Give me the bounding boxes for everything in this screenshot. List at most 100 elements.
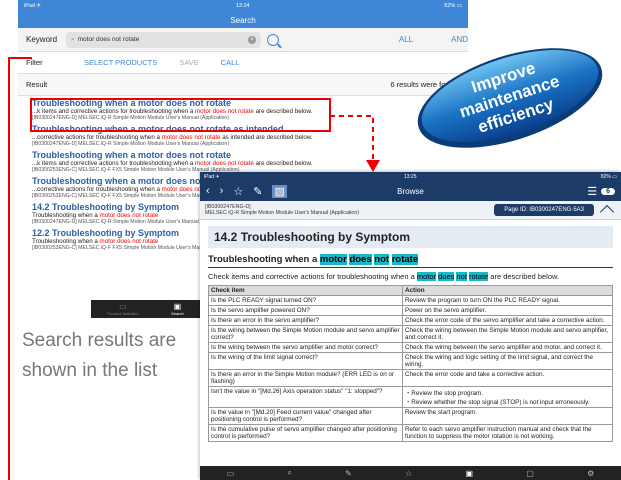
check-item-cell: Isn't the value in "[Md.26] Axis operati… bbox=[208, 386, 403, 408]
table-row: Is the PLC READY signal turned ON? Review… bbox=[208, 295, 613, 306]
col-action: Action bbox=[402, 285, 613, 296]
device-label: iPad ✈ bbox=[24, 3, 42, 9]
filter-label: Filter bbox=[26, 58, 43, 67]
screenshot-stage: { "left_screen": { "status": {"device": … bbox=[0, 0, 621, 480]
intro-post: are described below. bbox=[488, 272, 560, 281]
check-item-cell: Is the wiring between the servo amplifie… bbox=[208, 342, 403, 353]
book-title: MELSEC iQ-R Simple Motion Module User's … bbox=[205, 210, 360, 216]
result-snippet: ...corrective actions for troubleshootin… bbox=[32, 134, 458, 141]
table-row: Is there an error in the servo amplifier… bbox=[208, 315, 613, 326]
snippet-highlight: motor does not rotate bbox=[195, 160, 254, 167]
hl-word: motor bbox=[416, 272, 437, 281]
result-item[interactable]: Troubleshooting when a motor does not ro… bbox=[18, 148, 468, 174]
subsection-heading: Troubleshooting when a motor does not ro… bbox=[208, 254, 613, 268]
tab-product-selection[interactable]: ▭ Product Selection bbox=[107, 302, 138, 316]
page-id: Page ID: IB0300247ENG-5A3 bbox=[494, 204, 594, 216]
caption-line-2: shown in the list bbox=[22, 360, 158, 381]
clear-icon[interactable]: × bbox=[247, 35, 256, 44]
table-row: Is the servo amplifier powered ON? Power … bbox=[208, 305, 613, 316]
result-label: Result bbox=[26, 80, 48, 89]
snippet-pre: Troubleshooting when a bbox=[32, 238, 100, 245]
filter-row: Filter SELECT PRODUCTS SAVE CALL bbox=[18, 52, 468, 74]
status-bar: iPad ✈ 13:24 82% ▭ bbox=[18, 0, 468, 12]
intro-text: Check items and corrective actions for t… bbox=[208, 272, 613, 281]
gear-icon[interactable]: ⚙ bbox=[587, 469, 594, 478]
note-icon[interactable]: ✎ bbox=[345, 469, 352, 478]
save-button[interactable]: SAVE bbox=[179, 58, 198, 67]
action-cell: Check the error code of the servo amplif… bbox=[402, 315, 613, 326]
action-cell: ・Review the stop program. ・Review whethe… bbox=[402, 386, 613, 408]
snippet-post: are described below. bbox=[253, 160, 313, 167]
battery: 82% ▭ bbox=[444, 3, 462, 9]
manual-header: [IB0300247ENG-D] MELSEC iQ-R Simple Moti… bbox=[200, 201, 621, 220]
check-item-cell: Is there an error in the Simple Motion m… bbox=[208, 369, 403, 387]
snippet-highlight: motor does not rotate bbox=[99, 238, 159, 245]
check-item-cell: Is the wiring between the Simple Motion … bbox=[208, 325, 403, 343]
snippet-highlight: motor does not rotate bbox=[99, 212, 159, 219]
tab-label: Product Selection bbox=[107, 311, 139, 316]
search-icon: ⌕ bbox=[70, 35, 75, 43]
action-cell: Check the wiring and logic setting of th… bbox=[402, 352, 613, 370]
table-row: Is the value in "[Md.20] Feed current va… bbox=[208, 407, 613, 425]
result-source: [IB0300247ENG-D] MELSEC iQ-R Simple Moti… bbox=[32, 141, 230, 147]
nav-title: Search bbox=[18, 12, 468, 28]
hl-word: not bbox=[456, 272, 467, 281]
keyword-row: Keyword ⌕ motor does not rotate × ALL AN… bbox=[18, 28, 468, 52]
search-value: motor does not rotate bbox=[77, 36, 140, 43]
window-icon[interactable]: ▢ bbox=[526, 469, 534, 478]
call-button[interactable]: CALL bbox=[221, 58, 240, 67]
col-check-item: Check item bbox=[208, 285, 403, 296]
table-row: Isn't the value in "[Md.26] Axis operati… bbox=[208, 386, 613, 408]
snippet-pre: ...corrective actions for troubleshootin… bbox=[32, 186, 162, 193]
tab-label: Search bbox=[171, 311, 184, 316]
hl-word: rotate bbox=[469, 272, 489, 281]
search-input[interactable]: ⌕ motor does not rotate × bbox=[65, 31, 261, 48]
snippet-highlight: motor does not rotate bbox=[161, 134, 221, 141]
check-item-cell: Is the servo amplifier powered ON? bbox=[208, 305, 403, 316]
action-cell: Review the program to turn ON the PLC RE… bbox=[402, 295, 613, 306]
check-item-cell: Is the PLC READY signal turned ON? bbox=[208, 295, 403, 306]
caption-line-1: Search results are bbox=[22, 330, 177, 351]
intro-pre: Check items and corrective actions for t… bbox=[208, 272, 417, 281]
snippet-pre: Troubleshooting when a bbox=[32, 212, 100, 219]
callout-bracket-top bbox=[8, 57, 32, 59]
hl-word: not bbox=[374, 254, 390, 265]
check-item-cell: Is the cumulative pulse of servo amplifi… bbox=[208, 424, 403, 442]
snippet-pre: ...k items and corrective actions for tr… bbox=[32, 160, 196, 167]
caption: Search results are shown in the list bbox=[22, 326, 176, 386]
action-cell: Check the wiring between the servo ampli… bbox=[402, 342, 613, 353]
keyword-label: Keyword bbox=[26, 35, 58, 44]
star-icon[interactable]: ☆ bbox=[405, 469, 412, 478]
snippet-post: as intended are described below. bbox=[220, 134, 313, 141]
box-icon[interactable]: ▭ bbox=[227, 469, 235, 478]
result-title[interactable]: Troubleshooting when a motor does not ro… bbox=[32, 150, 458, 160]
action-cell: Refer to each servo amplifier instructio… bbox=[402, 424, 613, 442]
check-item-cell: Is the wiring of the limit signal correc… bbox=[208, 352, 403, 370]
battery: 82% ▭ bbox=[600, 173, 617, 180]
table-row: Is the cumulative pulse of servo amplifi… bbox=[208, 424, 613, 442]
tab-bar: ▭ ⌕ ✎ ☆ ▣ ▢ ⚙ bbox=[200, 466, 621, 480]
nav-title: Browse bbox=[397, 186, 424, 196]
first-result-highlight bbox=[30, 98, 331, 132]
book-search-icon[interactable]: ⌕ bbox=[287, 468, 291, 478]
clock: 13:25 bbox=[403, 173, 417, 180]
search-button-icon[interactable] bbox=[266, 33, 279, 46]
table-row: Is there an error in the Simple Motion m… bbox=[208, 369, 613, 387]
device-label: iPad ✈ bbox=[204, 173, 220, 180]
select-products-button[interactable]: SELECT PRODUCTS bbox=[84, 58, 157, 67]
hl-word: does bbox=[438, 272, 455, 281]
hl-word: does bbox=[349, 254, 372, 265]
manual-content: 14.2 Troubleshooting by Symptom Troubles… bbox=[200, 220, 621, 448]
browse-nav: Browse ‹ › ☆ ✎ ▨ ☰ 6 bbox=[200, 181, 621, 201]
status-bar: iPad ✈ 13:25 82% ▭ bbox=[200, 172, 621, 181]
tab-search[interactable]: ▣ Search bbox=[171, 302, 184, 316]
browse-book-icon[interactable]: ▣ bbox=[466, 469, 474, 478]
check-table: Check item Action Is the PLC READY signa… bbox=[208, 285, 613, 442]
box-icon: ▭ bbox=[119, 302, 127, 311]
book-search-icon: ▣ bbox=[173, 302, 182, 311]
collapse-chevron-icon[interactable] bbox=[599, 204, 615, 220]
result-row: Result 6 results were found. bbox=[18, 74, 468, 96]
action-cell: Review the start program. bbox=[402, 407, 613, 425]
subheading-text: Troubleshooting when a bbox=[208, 254, 320, 265]
result-snippet: ...k items and corrective actions for tr… bbox=[32, 160, 458, 167]
